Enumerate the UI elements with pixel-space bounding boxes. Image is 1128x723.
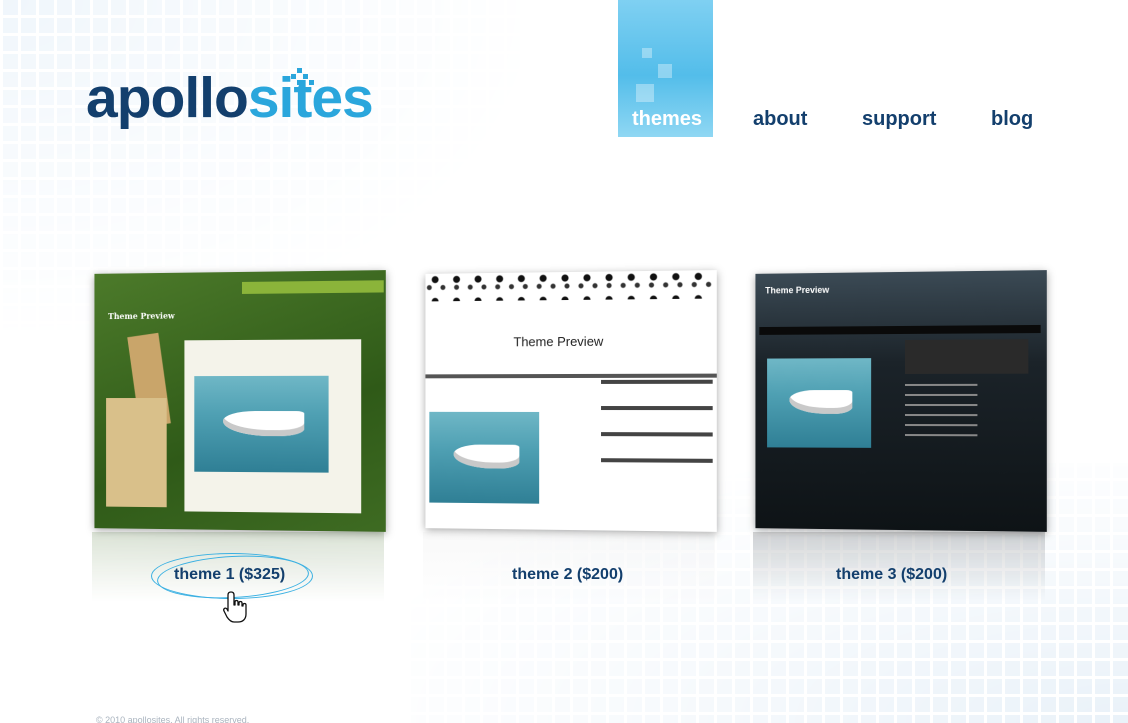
theme-2-preview-title: Theme Preview [513, 333, 604, 350]
footer-copyright: © 2010 apollosites. All rights reserved. [96, 715, 250, 723]
theme-2-caption[interactable]: theme 2 ($200) [512, 566, 623, 584]
theme-1-caption[interactable]: theme 1 ($325) [174, 566, 285, 584]
logo-text-apollo: apollo [86, 66, 249, 130]
nav-support[interactable]: support [862, 108, 936, 131]
logo[interactable]: apollosites [86, 68, 374, 127]
page: apollosites themes about support blog Th… [0, 0, 1128, 723]
hand-pointer-icon [223, 591, 247, 623]
theme-2-preview[interactable]: Theme Preview [425, 270, 717, 532]
theme-3-preview-title: Theme Preview [765, 284, 830, 296]
logo-dots-icon [291, 66, 331, 86]
boat-image [767, 358, 872, 448]
theme-3-preview[interactable]: Theme Preview [755, 270, 1047, 532]
nav-blog[interactable]: blog [991, 108, 1033, 131]
theme-3-caption[interactable]: theme 3 ($200) [836, 566, 947, 584]
nav-about[interactable]: about [753, 108, 807, 131]
boat-image [194, 375, 329, 473]
boat-image [429, 411, 540, 504]
theme-1-preview-title: Theme Preview [108, 310, 175, 322]
theme-1-preview[interactable]: Theme Preview [94, 270, 386, 532]
nav-themes[interactable]: themes [632, 108, 702, 131]
